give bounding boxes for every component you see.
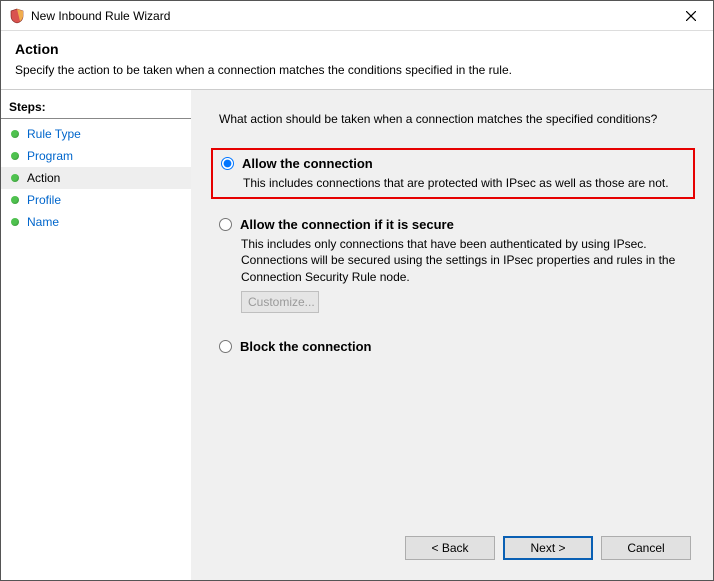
option-row: Allow the connection: [219, 156, 685, 171]
step-action[interactable]: Action: [1, 167, 191, 189]
radio-block[interactable]: [219, 340, 232, 353]
option-row: Allow the connection if it is secure: [217, 217, 687, 232]
step-name[interactable]: Name: [1, 211, 191, 233]
next-button[interactable]: Next >: [503, 536, 593, 560]
radio-allow-secure[interactable]: [219, 218, 232, 231]
bullet-icon: [11, 174, 19, 182]
step-profile[interactable]: Profile: [1, 189, 191, 211]
steps-list: Rule Type Program Action Profile Name: [1, 123, 191, 233]
wizard-window: New Inbound Rule Wizard Action Specify t…: [0, 0, 714, 581]
app-icon: [9, 8, 25, 24]
option-desc-allow: This includes connections that are prote…: [243, 175, 685, 191]
radio-allow[interactable]: [221, 157, 234, 170]
bullet-icon: [11, 196, 19, 204]
page-subtitle: Specify the action to be taken when a co…: [15, 63, 699, 77]
wizard-footer: < Back Next > Cancel: [209, 528, 695, 570]
page-title: Action: [15, 41, 699, 57]
action-question: What action should be taken when a conne…: [219, 112, 695, 126]
back-button[interactable]: < Back: [405, 536, 495, 560]
bullet-icon: [11, 130, 19, 138]
customize-button: Customize...: [241, 291, 319, 313]
bullet-icon: [11, 218, 19, 226]
steps-sidebar: Steps: Rule Type Program Action Profile: [1, 90, 191, 580]
bullet-icon: [11, 152, 19, 160]
step-rule-type[interactable]: Rule Type: [1, 123, 191, 145]
option-label-allow-secure: Allow the connection if it is secure: [240, 217, 454, 232]
step-label: Name: [27, 215, 59, 229]
option-label-block: Block the connection: [240, 339, 371, 354]
option-block: Block the connection: [211, 333, 695, 360]
option-allow-secure: Allow the connection if it is secure Thi…: [211, 211, 695, 319]
step-label: Rule Type: [27, 127, 81, 141]
wizard-body: Steps: Rule Type Program Action Profile: [1, 90, 713, 580]
option-row: Block the connection: [217, 339, 687, 354]
option-desc-allow-secure: This includes only connections that have…: [241, 236, 687, 285]
cancel-button[interactable]: Cancel: [601, 536, 691, 560]
step-program[interactable]: Program: [1, 145, 191, 167]
step-label: Program: [27, 149, 73, 163]
option-allow: Allow the connection This includes conne…: [211, 148, 695, 199]
close-button[interactable]: [668, 1, 713, 30]
step-label: Profile: [27, 193, 61, 207]
step-label: Action: [27, 171, 60, 185]
option-label-allow: Allow the connection: [242, 156, 373, 171]
steps-heading: Steps:: [1, 100, 191, 119]
wizard-header: Action Specify the action to be taken wh…: [1, 31, 713, 90]
close-icon: [686, 11, 696, 21]
titlebar: New Inbound Rule Wizard: [1, 1, 713, 31]
window-title: New Inbound Rule Wizard: [31, 9, 668, 23]
action-options: Allow the connection This includes conne…: [211, 148, 695, 374]
main-panel: What action should be taken when a conne…: [191, 90, 713, 580]
